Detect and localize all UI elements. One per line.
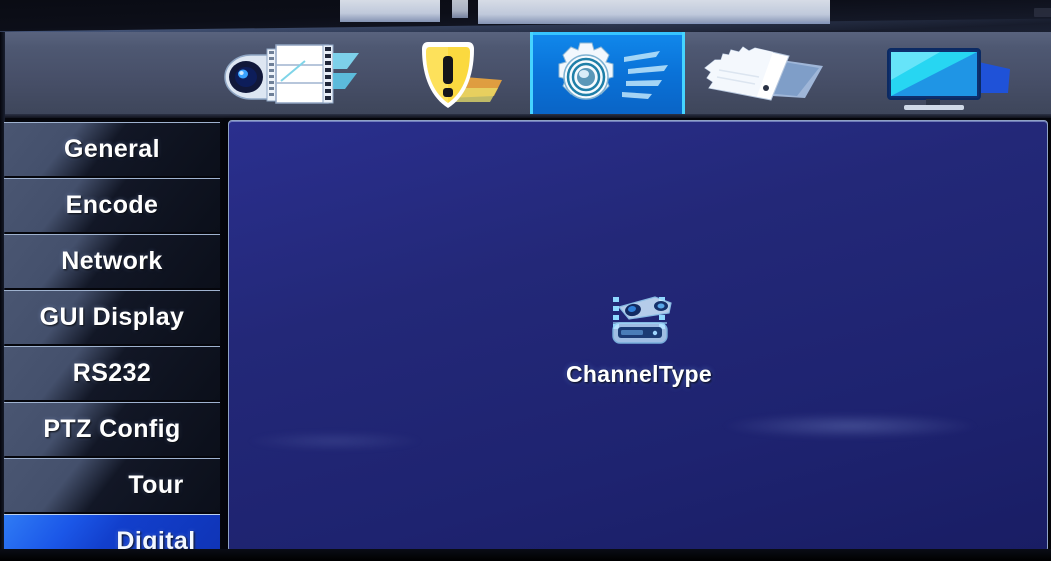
documents-gear-icon — [703, 46, 823, 101]
app-item-channeltype[interactable]: ChannelType — [559, 291, 719, 388]
settings-content-panel: ChannelType — [228, 120, 1048, 552]
toolbar-item-advanced[interactable] — [685, 32, 850, 118]
settings-sidebar: General Encode Network GUI Display RS232… — [4, 122, 220, 561]
toolbar-item-system[interactable] — [530, 32, 685, 118]
sidebar-item-tour[interactable]: Tour — [4, 458, 220, 512]
monitor-bottom-bezel — [0, 549, 1051, 561]
screen-reflection-3 — [478, 0, 1051, 24]
sidebar-item-label: Tour — [128, 471, 184, 499]
sidebar-item-network[interactable]: Network — [4, 234, 220, 288]
sidebar-item-label: PTZ Config — [43, 415, 181, 443]
main-menu-toolbar — [0, 32, 1051, 118]
dvr-screen: General Encode Network GUI Display RS232… — [0, 0, 1051, 561]
sidebar-item-label: GUI Display — [39, 303, 185, 331]
gear-icon — [558, 42, 668, 100]
toolbar-item-alarm[interactable] — [370, 32, 530, 118]
channel-type-icon — [612, 296, 672, 344]
reflection-dark-bar — [1034, 8, 1051, 17]
sidebar-item-label: Encode — [65, 191, 159, 219]
app-grid: ChannelType — [229, 121, 1047, 551]
sidebar-item-label: General — [64, 135, 160, 163]
monitor-top-bezel — [0, 0, 1051, 41]
sidebar-item-label: Network — [61, 247, 163, 275]
warning-shield-icon — [422, 42, 502, 108]
sidebar-item-encode[interactable]: Encode — [4, 178, 220, 232]
toolbar-item-info[interactable] — [850, 32, 1050, 118]
sidebar-item-gui-display[interactable]: GUI Display — [4, 290, 220, 344]
app-label: ChannelType — [565, 361, 712, 387]
sidebar-item-ptz-config[interactable]: PTZ Config — [4, 402, 220, 456]
camera-film-icon — [223, 44, 359, 104]
toolbar-spacer-left — [0, 32, 205, 118]
screen-reflection-2 — [452, 0, 468, 18]
monitor-icon — [887, 48, 1010, 110]
sidebar-item-rs232[interactable]: RS232 — [4, 346, 220, 400]
toolbar-item-record[interactable] — [205, 32, 370, 118]
sidebar-item-general[interactable]: General — [4, 122, 220, 176]
screen-reflection-1 — [340, 0, 440, 22]
sidebar-item-label: RS232 — [72, 359, 152, 387]
